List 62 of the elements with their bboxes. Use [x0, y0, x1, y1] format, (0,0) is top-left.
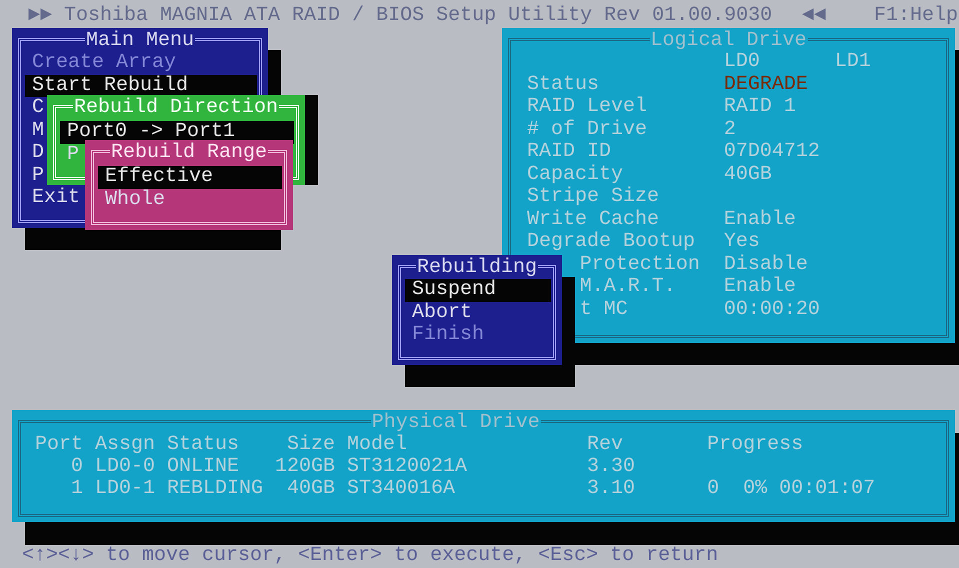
panel-title: Physical Drive	[370, 414, 541, 431]
field-label: Status	[527, 72, 600, 96]
column-header: Status	[167, 434, 240, 456]
field-label: Write Cache	[527, 208, 660, 230]
field-value: Enable	[724, 208, 796, 231]
panel-title: Logical Drive	[649, 32, 808, 49]
column-header: Assgn	[95, 434, 155, 456]
table-cell: ONLINE	[167, 455, 240, 478]
menu-item[interactable]: Effective	[98, 166, 282, 188]
field-value: Yes	[724, 231, 760, 254]
arrows-text: ►►	[28, 5, 52, 28]
table-cell: 3.10	[587, 477, 636, 500]
field-label: Stripe Size	[527, 185, 660, 208]
window-title: Rebuild Range	[110, 144, 268, 161]
field-label: RAID ID	[527, 140, 612, 163]
field-label: M.A.R.T.	[580, 275, 676, 298]
field-label: RAID Level	[527, 95, 648, 118]
field-label: Capacity	[527, 162, 624, 186]
field-value: 2	[724, 118, 736, 141]
table-cell: REBLDING	[167, 477, 264, 500]
menu-item[interactable]: P	[32, 164, 44, 187]
column-header: LD0	[724, 51, 761, 74]
help-hint: F1:Help	[874, 5, 958, 28]
field-value: RAID 1	[724, 96, 796, 118]
arrows-text: ◄◄	[802, 5, 826, 28]
table-cell: ST340016A	[347, 477, 456, 500]
field-value: 00:00:20	[724, 298, 820, 321]
table-cell: 3.30	[587, 455, 636, 478]
table-cell: 1	[70, 477, 83, 500]
table-cell: 0 0% 00:01:07	[707, 477, 876, 500]
field-value: Enable	[724, 276, 796, 298]
menu-item[interactable]: Abort	[412, 302, 472, 324]
menu-item[interactable]: Whole	[105, 188, 166, 211]
menu-item[interactable]: Suspend	[405, 279, 551, 302]
table-cell: LD0-0	[95, 455, 156, 478]
menu-item[interactable]: M	[32, 120, 44, 142]
field-value: Disable	[724, 254, 808, 276]
table-cell: 40GB	[287, 477, 336, 500]
field-value: 40GB	[724, 164, 772, 186]
column-header: LD1	[834, 51, 872, 74]
table-cell: ST3120021A	[347, 455, 468, 478]
field-value: 07D04712	[724, 141, 820, 164]
table-cell: LD0-1	[95, 477, 156, 500]
column-header: Port	[35, 434, 83, 456]
menu-item[interactable]: D	[32, 142, 44, 164]
field-label: # of Drive	[527, 118, 648, 140]
window-title: Rebuilding	[416, 259, 538, 276]
menu-item[interactable]: Exit	[32, 187, 80, 210]
field-label: t MC	[580, 298, 628, 320]
key-hints: <↑><↓> to move cursor, <Enter> to execute, <Esc> to return	[22, 545, 718, 568]
menu-item[interactable]: Start Rebuild	[25, 74, 257, 97]
table-cell: 120GB	[275, 455, 336, 478]
field-value: DEGRADE	[724, 74, 808, 96]
table-cell: 0	[70, 455, 83, 478]
column-header: Progress	[707, 434, 804, 456]
column-header: Model	[347, 434, 408, 456]
field-label: Protection	[580, 252, 700, 276]
column-header: Size	[286, 434, 336, 456]
menu-item[interactable]: C	[32, 97, 44, 120]
utility-title: Toshiba MAGNIA ATA RAID / BIOS Setup Utility Rev 01.00.9030	[64, 5, 772, 28]
column-header: Rev	[587, 434, 624, 456]
field-label: Degrade Bootup	[527, 230, 696, 253]
